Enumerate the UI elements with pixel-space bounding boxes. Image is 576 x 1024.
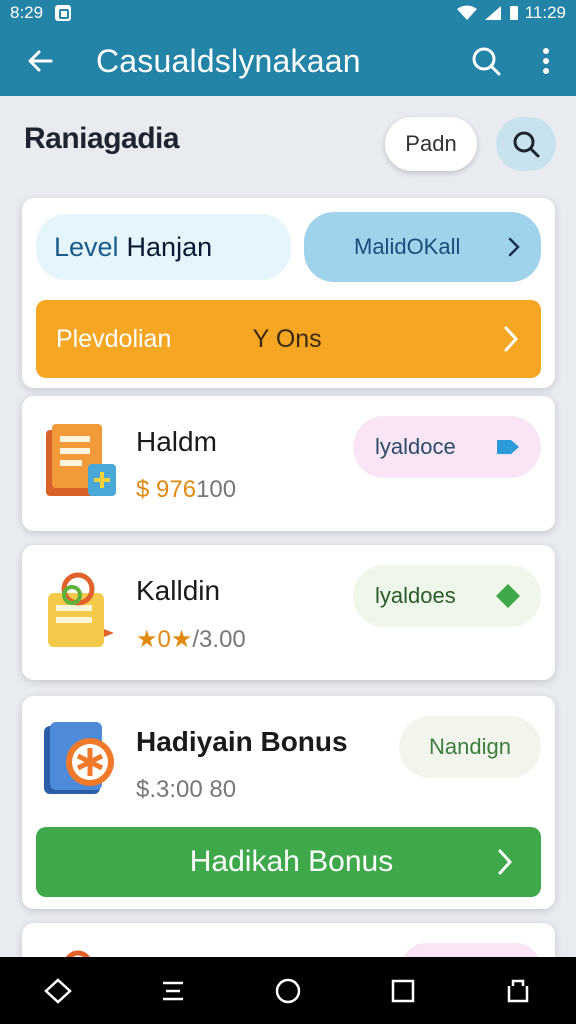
item-tag[interactable]: lyaldoes — [353, 565, 541, 627]
app-bar: Casualdslynakaan — [0, 26, 576, 96]
nav-recents-button[interactable] — [373, 961, 433, 1021]
status-bar: 8:29 11:29 — [0, 0, 576, 26]
wifi-icon — [456, 5, 477, 20]
home-circle-icon — [275, 978, 301, 1003]
nav-back-button[interactable] — [28, 961, 88, 1021]
screenshot-icon — [508, 979, 529, 1002]
level-card: Level Hanjan MalidOKall Plevdolian Y Ons — [22, 198, 555, 388]
item-price: $.3:00 80 — [136, 776, 237, 803]
navigation-bar — [0, 957, 576, 1024]
nav-home-button[interactable] — [258, 961, 318, 1021]
app-title: Casualdslynakaan — [96, 42, 361, 79]
orange-bar-label: Plevdolian — [56, 324, 172, 353]
signal-icon — [484, 6, 501, 20]
more-vertical-icon — [543, 48, 549, 74]
orange-bar-button[interactable]: Plevdolian Y Ons — [36, 300, 541, 378]
back-button[interactable] — [0, 26, 80, 96]
list-item[interactable]: Haldm $ 976100 lyaldoce — [22, 396, 555, 531]
nav-screenshot-button[interactable] — [488, 961, 548, 1021]
search-button[interactable] — [456, 26, 516, 96]
book-badge-icon — [42, 718, 128, 804]
search-icon — [472, 47, 501, 76]
tag-icon — [497, 440, 519, 454]
item-name: Kalldin — [136, 575, 221, 606]
list-item[interactable]: Kalldin ★0★/3.00 lyaldoes — [22, 545, 555, 680]
item-tag[interactable]: lyaldoce — [353, 416, 541, 478]
item-tag[interactable]: Nandign — [399, 716, 541, 778]
level-label: Level — [54, 231, 119, 262]
blue-pill-label: MalidOKall — [354, 234, 461, 259]
menu-icon — [162, 981, 183, 1000]
battery-icon — [509, 6, 518, 20]
tag-notebook-icon — [42, 567, 128, 653]
blue-pill-button[interactable]: MalidOKall — [304, 212, 541, 282]
list-item[interactable]: Hadiyain Bonus $.3:00 80 Nandign Hadikah… — [22, 696, 555, 909]
diamond-icon — [496, 584, 520, 608]
status-time-left: 8:29 — [10, 3, 44, 22]
status-time-right: 11:29 — [524, 3, 566, 22]
notification-icon — [55, 5, 72, 21]
bonus-button[interactable]: Hadikah Bonus — [36, 827, 541, 897]
item-name: Hadiyain Bonus — [136, 726, 348, 757]
status-left: 8:29 — [10, 3, 72, 23]
level-value: Hanjan — [126, 231, 213, 262]
bonus-button-label: Hadikah Bonus — [189, 845, 394, 878]
pill-button[interactable]: Padn — [385, 117, 477, 171]
item-price: ★0★/3.00 — [136, 626, 246, 653]
recents-square-icon — [391, 979, 415, 1002]
search-icon — [513, 131, 540, 158]
chevron-right-icon — [498, 849, 513, 875]
round-search-button[interactable] — [496, 117, 556, 171]
chevron-right-icon — [504, 326, 519, 352]
section-title: Raniagadia — [24, 122, 180, 155]
level-pill[interactable]: Level Hanjan — [36, 214, 291, 280]
item-price: $ 976100 — [136, 476, 237, 503]
orange-bar-value: Y Ons — [252, 324, 322, 353]
back-triangle-icon — [43, 977, 72, 1004]
more-button[interactable] — [516, 26, 576, 96]
status-right: 11:29 — [456, 3, 566, 23]
arrow-left-icon — [28, 50, 53, 72]
notebook-icon — [42, 418, 128, 504]
nav-menu-button[interactable] — [143, 961, 203, 1021]
chevron-right-icon — [508, 237, 520, 257]
item-name: Haldm — [136, 426, 217, 457]
